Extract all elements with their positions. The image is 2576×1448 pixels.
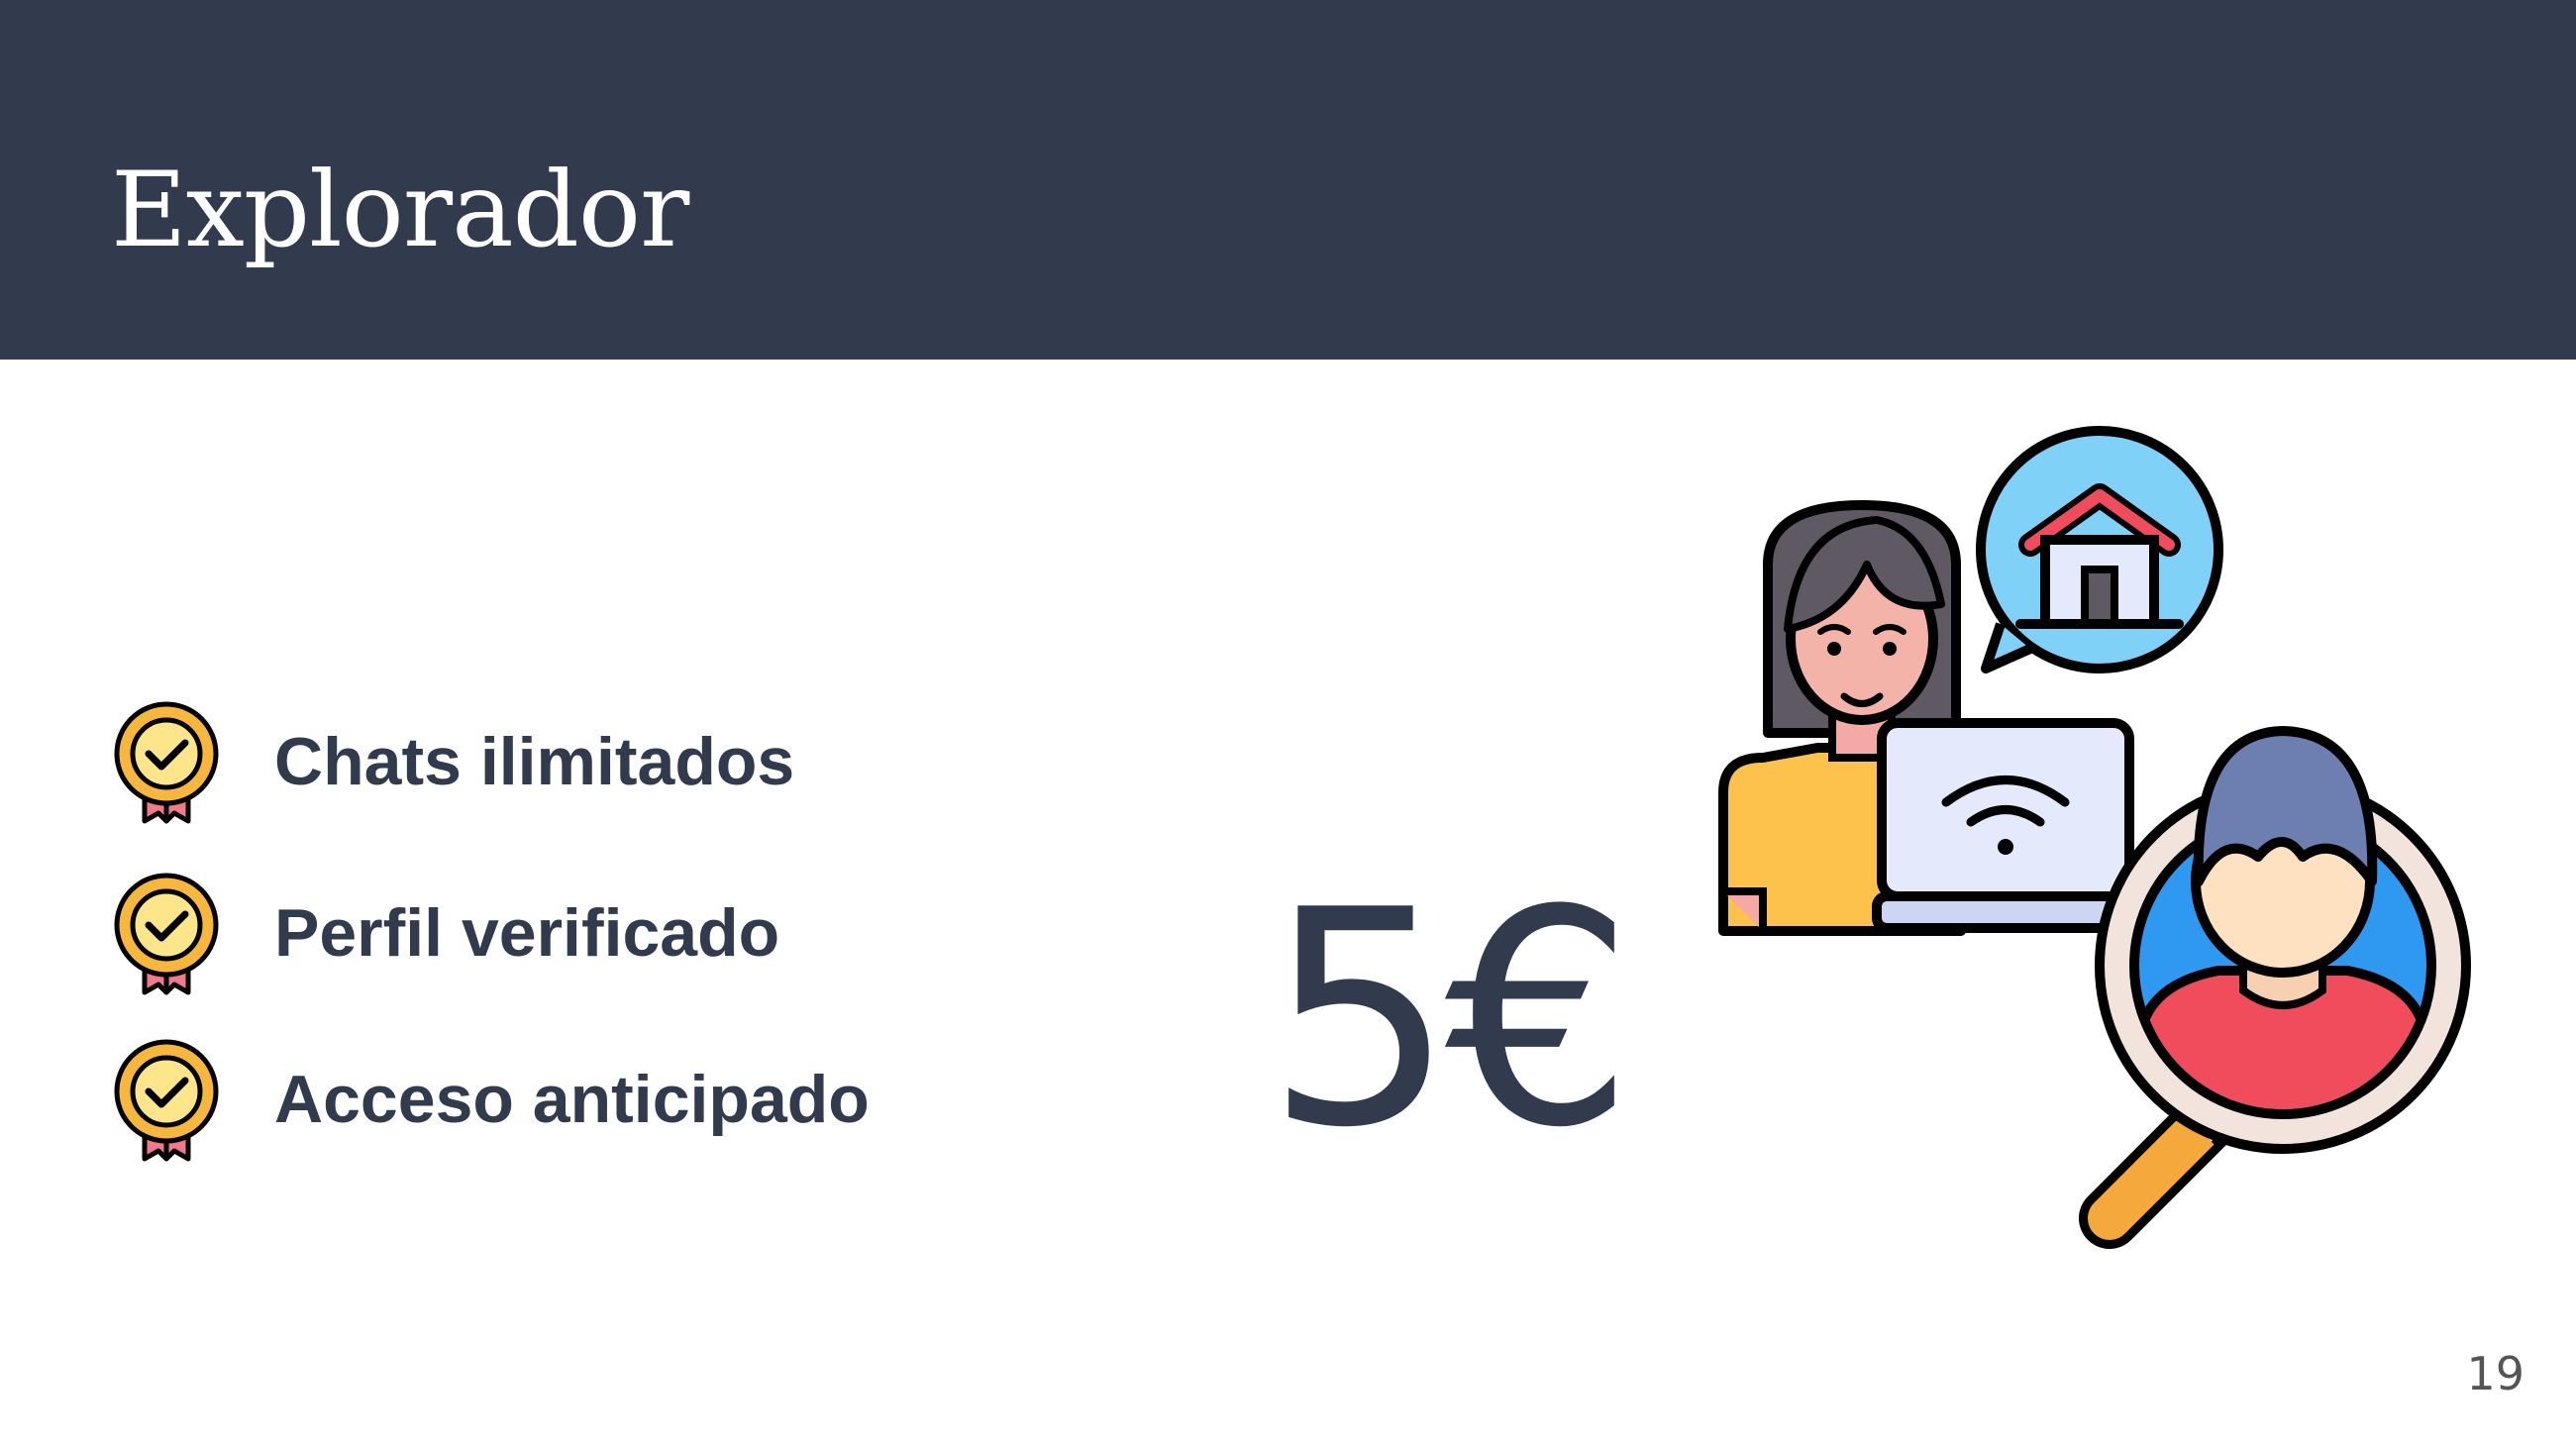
medal-check-icon [114, 873, 219, 995]
house-search-illustration [1718, 426, 2471, 1249]
feature-label: Perfil verificado [274, 895, 780, 971]
feature-item: Perfil verificado [111, 870, 1002, 998]
page-number: 19 [2466, 1347, 2524, 1400]
medal-check-icon [114, 1039, 219, 1162]
feature-item: Acceso anticipado [111, 1036, 1002, 1165]
feature-item: Chats ilimitados [111, 698, 1002, 827]
feature-label: Chats ilimitados [274, 724, 795, 799]
slide-title: Explorador [111, 150, 689, 270]
feature-label: Acceso anticipado [274, 1062, 870, 1137]
price-value: 5€ [1266, 847, 1634, 1192]
title-bar: Explorador [0, 0, 2576, 360]
medal-check-icon [114, 701, 219, 824]
